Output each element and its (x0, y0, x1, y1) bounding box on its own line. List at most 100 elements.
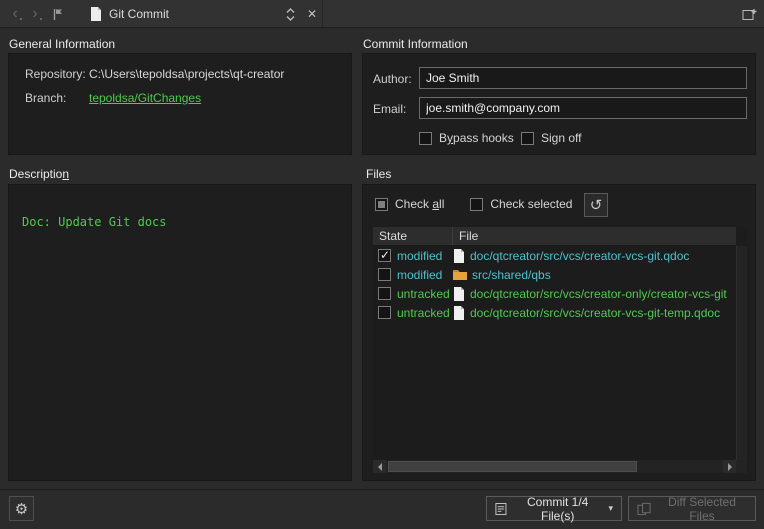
scrollbar-corner (736, 460, 747, 473)
general-information-header: General Information (9, 37, 116, 51)
branch-link[interactable]: tepoldsa/GitChanges (89, 91, 201, 105)
column-header-file[interactable]: File (453, 227, 736, 245)
file-icon (454, 286, 464, 301)
toolbar-separator (322, 0, 323, 27)
description-header-pre: Descriptio (9, 167, 63, 181)
check-all-checkbox[interactable] (375, 197, 388, 211)
editor-toolbar: ‹ › Git Commit ✕ (0, 0, 764, 28)
description-header-mnemonic: n (62, 167, 70, 181)
horizontal-scrollbar[interactable] (373, 460, 736, 473)
check-all-post: ll (439, 197, 445, 211)
bypass-hooks-text: Bypass hooks (439, 131, 514, 145)
author-label: Author: (373, 72, 412, 86)
folder-icon (453, 269, 467, 280)
right-triangle-icon (727, 462, 736, 471)
commit-button[interactable]: Commit 1/4 File(s) ▾ (486, 494, 622, 523)
author-input[interactable] (419, 67, 747, 89)
file-checkbox[interactable] (378, 248, 391, 262)
horizontal-scroll-track[interactable] (386, 460, 723, 473)
email-label: Email: (373, 102, 407, 116)
sign-off-checkbox-label[interactable]: Sign off (521, 131, 581, 145)
refresh-icon: ↺ (589, 197, 603, 214)
commit-button-label: Commit 1/4 File(s) (526, 494, 589, 523)
document-icon (91, 7, 101, 21)
sign-off-text: Sign off (541, 131, 582, 145)
state-cell: untracked (373, 306, 453, 320)
check-selected-checkbox[interactable] (470, 197, 484, 211)
commit-information-header: Commit Information (363, 37, 468, 51)
check-all-pre: Check (395, 197, 433, 211)
check-all-text: Check all (395, 197, 444, 211)
forward-button[interactable]: › (24, 3, 46, 25)
check-selected-text: Check selected (490, 197, 573, 211)
files-header: Files (366, 167, 392, 181)
state-cell: modified (373, 268, 453, 282)
scroll-left-arrow[interactable] (373, 460, 386, 473)
file-path: doc/qtcreator/src/vcs/creator-vcs-git-te… (470, 305, 721, 320)
split-editor-icon (742, 8, 756, 20)
file-row[interactable]: modified src/shared/qbs (373, 265, 736, 284)
sign-off-checkbox[interactable] (521, 131, 534, 145)
file-row[interactable]: untracked doc/qtcreator/src/vcs/creator-… (373, 284, 736, 303)
file-cell: doc/qtcreator/src/vcs/creator-vcs-git.qd… (453, 248, 736, 263)
diff-selected-files-button: Diff Selected Files (628, 494, 756, 523)
description-editor[interactable]: Doc: Update Git docs (9, 185, 351, 480)
footer-separator (0, 489, 764, 490)
file-state: untracked (397, 305, 450, 320)
branch-row: Branch: tepoldsa/GitChanges (25, 91, 201, 105)
close-icon: ✕ (306, 7, 318, 21)
vertical-scrollbar[interactable] (736, 246, 747, 460)
commit-dropdown-arrow[interactable]: ▾ (608, 503, 613, 514)
file-icon (454, 248, 464, 263)
file-path: doc/qtcreator/src/vcs/creator-vcs-git.qd… (470, 248, 690, 263)
scroll-right-arrow[interactable] (723, 460, 736, 473)
bypass-hooks-checkbox-label[interactable]: Bypass hooks (419, 131, 514, 145)
file-path: doc/qtcreator/src/vcs/creator-only/creat… (470, 286, 727, 301)
check-all-checkbox-label[interactable]: Check all (375, 197, 444, 211)
files-table: State File modified doc/qtcreator/src/vc… (373, 227, 747, 473)
bypass-pre: B (439, 131, 448, 145)
repository-path: C:\Users\tepoldsa\projects\qt-creator (89, 67, 285, 81)
state-cell: modified (373, 248, 453, 263)
diff-button-label: Diff Selected Files (668, 494, 736, 523)
file-cell: doc/qtcreator/src/vcs/creator-only/creat… (453, 286, 736, 301)
email-input[interactable] (419, 97, 747, 119)
split-editor-button[interactable] (738, 3, 760, 25)
gear-icon: ⚙ (14, 500, 29, 518)
file-state: untracked (397, 286, 450, 301)
repository-row: Repository: C:\Users\tepoldsa\projects\q… (25, 67, 284, 81)
file-checkbox[interactable] (378, 268, 391, 281)
document-title: Git Commit (109, 7, 169, 21)
state-cell: untracked (373, 287, 453, 301)
left-triangle-icon (374, 462, 382, 471)
file-cell: doc/qtcreator/src/vcs/creator-vcs-git-te… (453, 305, 736, 320)
refresh-button[interactable]: ↺ (584, 193, 608, 217)
commit-information-panel: Author: Email: Bypass hooks Sign off (362, 53, 756, 155)
file-checkbox[interactable] (378, 306, 391, 319)
files-panel: Check all Check selected ↺ State File mo… (362, 184, 756, 481)
back-icon: ‹ (12, 5, 18, 22)
file-row[interactable]: modified doc/qtcreator/src/vcs/creator-v… (373, 246, 736, 265)
file-path: src/shared/qbs (472, 267, 551, 282)
back-dropdown-dot (20, 18, 22, 20)
pin-button[interactable] (46, 3, 68, 25)
commit-icon (495, 502, 507, 515)
description-panel: Doc: Update Git docs (8, 184, 352, 481)
document-switcher-button[interactable] (279, 3, 301, 25)
forward-icon: › (32, 5, 38, 22)
document-dropdown[interactable]: Git Commit (86, 3, 173, 25)
file-row[interactable]: untracked doc/qtcreator/src/vcs/creator-… (373, 303, 736, 322)
bypass-hooks-checkbox[interactable] (419, 131, 432, 145)
column-header-state[interactable]: State (373, 227, 453, 245)
file-icon (454, 305, 464, 320)
check-selected-checkbox-label[interactable]: Check selected (470, 197, 572, 211)
files-table-header: State File (373, 227, 736, 246)
back-button[interactable]: ‹ (4, 3, 26, 25)
file-checkbox[interactable] (378, 287, 391, 300)
close-document-button[interactable]: ✕ (301, 3, 323, 25)
branch-label: Branch: (25, 91, 67, 105)
horizontal-scroll-thumb[interactable] (388, 461, 638, 472)
description-header: Description (9, 167, 69, 181)
file-state: modified (397, 248, 443, 263)
settings-button[interactable]: ⚙ (9, 496, 34, 521)
